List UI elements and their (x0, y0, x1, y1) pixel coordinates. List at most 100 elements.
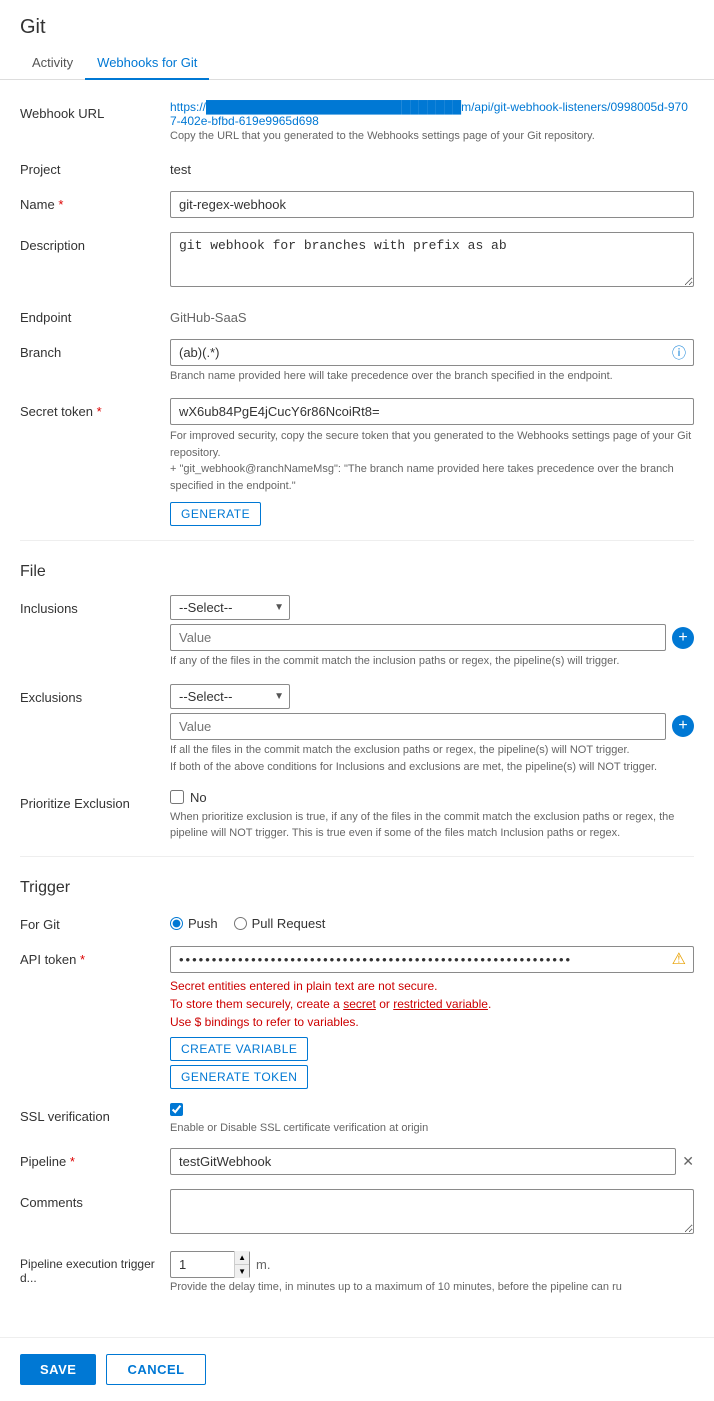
name-input[interactable] (170, 191, 694, 218)
description-textarea[interactable]: git webhook for branches with prefix as … (170, 232, 694, 287)
api-token-label: API token * (20, 946, 170, 967)
api-token-secret-link[interactable]: secret (343, 997, 376, 1011)
file-section-divider (20, 540, 694, 541)
description-row: Description git webhook for branches wit… (20, 232, 694, 290)
ssl-verification-label: SSL verification (20, 1103, 170, 1124)
secret-token-label: Secret token * (20, 398, 170, 419)
secret-token-hints: For improved security, copy the secure t… (170, 428, 694, 494)
inclusions-value-row: + (170, 624, 694, 651)
prioritize-exclusion-hint: When prioritize exclusion is true, if an… (170, 809, 694, 842)
for-git-pull-radio[interactable] (234, 917, 247, 930)
project-value: test (170, 156, 694, 177)
api-token-restricted-link[interactable]: restricted variable (393, 997, 488, 1011)
pipeline-delay-spinner: ▲ ▼ (170, 1251, 250, 1278)
branch-input[interactable] (170, 339, 694, 366)
spinner-up-button[interactable]: ▲ (234, 1251, 249, 1265)
inclusions-select-wrap: --Select-- ▼ (170, 595, 290, 620)
inclusions-value-input[interactable] (170, 624, 666, 651)
exclusions-field: --Select-- ▼ + If all the files in the c… (170, 684, 694, 776)
api-token-error-2: To store them securely, create a secret … (170, 995, 694, 1013)
inclusions-add-button[interactable]: + (672, 627, 694, 649)
pipeline-input[interactable] (170, 1148, 676, 1175)
ssl-verification-row: SSL verification Enable or Disable SSL c… (20, 1103, 694, 1134)
prioritize-exclusion-label: Prioritize Exclusion (20, 790, 170, 811)
exclusions-row: Exclusions --Select-- ▼ + If all the fil… (20, 684, 694, 776)
branch-input-wrap: ⓘ (170, 339, 694, 366)
comments-label: Comments (20, 1189, 170, 1210)
page-title: Git (20, 16, 694, 39)
for-git-push-label[interactable]: Push (170, 916, 218, 931)
prioritize-exclusion-checkbox-label[interactable]: No (190, 790, 207, 805)
webhook-url-row: Webhook URL https://████████████████████… (20, 100, 694, 142)
description-label: Description (20, 232, 170, 253)
name-field (170, 191, 694, 218)
cancel-button[interactable]: CANCEL (106, 1354, 205, 1385)
endpoint-field: GitHub-SaaS (170, 304, 694, 325)
inclusions-field: --Select-- ▼ + If any of the files in th… (170, 595, 694, 669)
branch-label: Branch (20, 339, 170, 360)
generate-token-button[interactable]: GENERATE (170, 502, 261, 526)
tab-bar: Activity Webhooks for Git (0, 47, 714, 80)
exclusions-label: Exclusions (20, 684, 170, 705)
branch-row: Branch ⓘ Branch name provided here will … (20, 339, 694, 384)
pipeline-field: ✕ (170, 1148, 694, 1175)
ssl-verification-field: Enable or Disable SSL certificate verifi… (170, 1103, 694, 1134)
pipeline-delay-label: Pipeline execution trigger d... (20, 1251, 170, 1285)
api-token-row: API token * ⚠ Secret entities entered in… (20, 946, 694, 1089)
description-field: git webhook for branches with prefix as … (170, 232, 694, 290)
endpoint-row: Endpoint GitHub-SaaS (20, 304, 694, 325)
branch-hint: Branch name provided here will take prec… (170, 369, 694, 384)
pipeline-clear-icon[interactable]: ✕ (682, 1153, 694, 1170)
exclusions-add-button[interactable]: + (672, 715, 694, 737)
pipeline-delay-hint: Provide the delay time, in minutes up to… (170, 1281, 694, 1293)
spinner-controls: ▲ ▼ (234, 1251, 249, 1278)
footer-buttons: SAVE CANCEL (0, 1337, 714, 1401)
endpoint-value: GitHub-SaaS (170, 304, 694, 325)
api-token-input[interactable] (170, 946, 694, 973)
for-git-label: For Git (20, 911, 170, 932)
name-label: Name * (20, 191, 170, 212)
webhook-url-label: Webhook URL (20, 100, 170, 121)
tab-activity[interactable]: Activity (20, 47, 85, 80)
exclusions-value-row: + (170, 713, 694, 740)
pipeline-delay-field: ▲ ▼ m. Provide the delay time, in minute… (170, 1251, 694, 1293)
branch-field: ⓘ Branch name provided here will take pr… (170, 339, 694, 384)
save-button[interactable]: SAVE (20, 1354, 96, 1385)
secret-token-field: wX6ub84PgE4jCucY6r86NcoiRt8= For improve… (170, 398, 694, 526)
file-section-header: File (20, 557, 694, 581)
exclusions-select[interactable]: --Select-- (170, 684, 290, 709)
for-git-field: Push Pull Request (170, 911, 694, 931)
api-token-warning-icon: ⚠ (672, 949, 686, 969)
prioritize-exclusion-checkbox[interactable] (170, 790, 184, 804)
for-git-pull-label[interactable]: Pull Request (234, 916, 326, 931)
tab-webhooks-for-git[interactable]: Webhooks for Git (85, 47, 209, 80)
secret-token-hint-1: For improved security, copy the secure t… (170, 428, 694, 461)
api-token-error-3: Use $ bindings to refer to variables. (170, 1013, 694, 1031)
api-token-buttons: CREATE VARIABLE GENERATE TOKEN (170, 1031, 694, 1089)
for-git-push-radio[interactable] (170, 917, 183, 930)
create-variable-button[interactable]: CREATE VARIABLE (170, 1037, 308, 1061)
inclusions-label: Inclusions (20, 595, 170, 616)
api-token-wrap: ⚠ (170, 946, 694, 973)
secret-token-row: Secret token * wX6ub84PgE4jCucY6r86NcoiR… (20, 398, 694, 526)
branch-info-icon[interactable]: ⓘ (672, 343, 686, 363)
for-git-push-text: Push (188, 916, 218, 931)
exclusions-value-input[interactable] (170, 713, 666, 740)
pipeline-label: Pipeline * (20, 1148, 170, 1169)
prioritize-exclusion-checkbox-row: No (170, 790, 694, 805)
pipeline-input-wrap: ✕ (170, 1148, 694, 1175)
comments-row: Comments (20, 1189, 694, 1237)
ssl-verification-checkbox[interactable] (170, 1103, 183, 1116)
for-git-pull-text: Pull Request (252, 916, 326, 931)
project-label: Project (20, 156, 170, 177)
inclusions-select[interactable]: --Select-- (170, 595, 290, 620)
secret-token-hint-2: + "git_webhook@ranchNameMsg": "The branc… (170, 461, 694, 494)
pipeline-delay-unit: m. (256, 1257, 270, 1272)
comments-textarea[interactable] (170, 1189, 694, 1234)
trigger-section-divider (20, 856, 694, 857)
webhook-url-hint: Copy the URL that you generated to the W… (170, 130, 694, 142)
spinner-down-button[interactable]: ▼ (234, 1265, 249, 1278)
generate-token-button-api[interactable]: GENERATE TOKEN (170, 1065, 308, 1089)
api-token-error-1: Secret entities entered in plain text ar… (170, 977, 694, 995)
name-row: Name * (20, 191, 694, 218)
